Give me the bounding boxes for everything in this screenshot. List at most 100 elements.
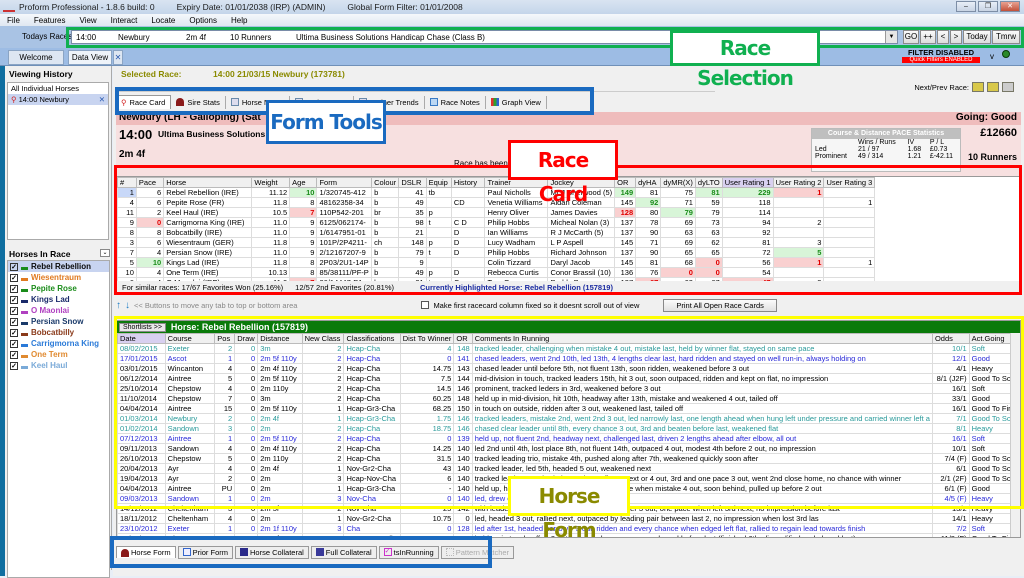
- fixed-column-checkbox[interactable]: [421, 301, 430, 309]
- horse-checkbox[interactable]: ✓: [10, 295, 18, 304]
- racecard-row[interactable]: 11 2 Keel Haul (IRE) 10.5 7 110P542-201 br 35 p H…: [117, 207, 876, 218]
- go-button[interactable]: GO: [903, 30, 919, 44]
- horse-list-item[interactable]: ✓ Carrigmorna King: [8, 338, 109, 349]
- racecard-column-header[interactable]: Pace: [135, 177, 165, 188]
- form-row[interactable]: 26/10/2013 Chepstow 5 0 2m 110y 2 Hcap-Cha 31.5…: [117, 453, 1020, 464]
- form-row[interactable]: 09/11/2013 Sandown 4 0 2m 4f 110y 2 Hcap-Cha 14…: [117, 443, 1020, 454]
- racecard-row[interactable]: 4 6 Pepite Rose (FR) 11.8 8 48162358-34 b 49 CD V…: [117, 197, 876, 208]
- racecard-column-header[interactable]: dyLTO: [694, 177, 723, 188]
- horse-checkbox[interactable]: ✓: [10, 306, 18, 315]
- menu-features[interactable]: Features: [27, 16, 73, 25]
- history-item-all-horses[interactable]: All Individual Horses: [8, 83, 108, 94]
- tab-sire-stats[interactable]: Sire Stats: [171, 95, 226, 109]
- racecard-column-header[interactable]: #: [117, 177, 137, 188]
- form-column-header[interactable]: Comments In Running: [471, 333, 933, 344]
- form-column-header[interactable]: Draw: [234, 333, 259, 344]
- racecard-row[interactable]: 10 4 One Term (IRE) 10.13 8 85/38111/PF-P b 49 p…: [117, 267, 876, 278]
- today-button[interactable]: Today: [963, 30, 991, 44]
- menu-file[interactable]: File: [0, 16, 27, 25]
- horse-checkbox[interactable]: ✓: [10, 361, 18, 370]
- horse-checkbox[interactable]: ✓: [10, 328, 18, 337]
- racecard-row[interactable]: 1 6 Rebel Rebellion (IRE) 11.12 10 1/320745-4…: [117, 187, 876, 198]
- form-row[interactable]: 08/02/2015 Exeter 2 0 3m 2 Hcap-Cha 4 148 tracked…: [117, 343, 1020, 354]
- tab-prior-form[interactable]: Prior Form: [177, 545, 234, 559]
- arrow-up-icon[interactable]: ↑: [116, 300, 121, 311]
- form-row[interactable]: 01/02/2014 Sandown 3 0 2m 2 Hcap-Cha 18.75 146 ch…: [117, 423, 1020, 434]
- horse-list-item[interactable]: ✓ One Term: [8, 349, 109, 360]
- horse-list-item[interactable]: ✓ Bobcatbilly: [8, 327, 109, 338]
- horse-list-item[interactable]: ✓ Pepite Rose: [8, 283, 109, 294]
- horse-list-item[interactable]: ✓ Keel Haul: [8, 360, 109, 371]
- tab-pattern-matcher[interactable]: Pattern Matcher: [440, 545, 515, 559]
- tab-welcome[interactable]: Welcome: [8, 50, 64, 65]
- form-column-header[interactable]: Pos: [214, 333, 236, 344]
- horse-checkbox[interactable]: ✓: [10, 350, 18, 359]
- racecard-column-header[interactable]: Form: [316, 177, 373, 188]
- close-icon[interactable]: ✕: [99, 95, 105, 104]
- horse-list-item[interactable]: ✓ Rebel Rebellion: [8, 261, 109, 272]
- chevron-down-icon[interactable]: ▼: [885, 31, 897, 43]
- racecard-column-header[interactable]: DSLR: [398, 177, 427, 188]
- form-column-header[interactable]: Odds: [931, 333, 970, 344]
- next-race-button[interactable]: >: [950, 30, 962, 44]
- menu-locate[interactable]: Locate: [144, 16, 182, 25]
- horses-menu-button[interactable]: ⌄: [100, 249, 110, 257]
- form-column-header[interactable]: Distance: [257, 333, 303, 344]
- tab-graph-view[interactable]: Graph View: [486, 95, 547, 109]
- racecard-column-header[interactable]: Age: [289, 177, 318, 188]
- racecard-column-header[interactable]: Weight: [251, 177, 291, 188]
- tab-full-collateral[interactable]: Full Collateral: [310, 545, 377, 559]
- racecard-column-header[interactable]: Colour: [371, 177, 400, 188]
- horse-checkbox[interactable]: ✓: [10, 262, 18, 271]
- racecard-row[interactable]: 3 6 Wiesentraum (GER) 11.8 9 101P/2P4211- ch 14…: [117, 237, 876, 248]
- racecard-column-header[interactable]: Horse: [163, 177, 253, 188]
- print-race-cards-button[interactable]: Print All Open Race Cards: [663, 298, 777, 312]
- tab-horse-collateral[interactable]: Horse Collateral: [235, 545, 309, 559]
- plus-plus-button[interactable]: ++: [920, 30, 936, 44]
- horse-list-item[interactable]: ✓ Wiesentraum: [8, 272, 109, 283]
- minimize-button[interactable]: –: [956, 1, 976, 12]
- form-row[interactable]: 07/12/2013 Aintree 1 0 2m 5f 110y 2 Hcap-Cha 0 1…: [117, 433, 1020, 444]
- tab-race-card[interactable]: ⚲ Race Card: [115, 95, 172, 109]
- menu-interact[interactable]: Interact: [104, 16, 145, 25]
- horse-checkbox[interactable]: ✓: [10, 273, 18, 282]
- restore-button[interactable]: ❐: [978, 1, 998, 12]
- history-item-race[interactable]: ⚲ 14:00 Newbury ✕: [8, 94, 108, 105]
- racecard-column-header[interactable]: Equip: [425, 177, 452, 188]
- menu-options[interactable]: Options: [182, 16, 224, 25]
- racecard-column-header[interactable]: dyHA: [635, 177, 662, 188]
- form-column-header[interactable]: OR: [453, 333, 473, 344]
- tab-horse-form[interactable]: Horse Form: [116, 546, 176, 558]
- filter-toggle[interactable]: v: [990, 52, 994, 61]
- horse-list-item[interactable]: ✓ Kings Lad: [8, 294, 109, 305]
- next-race-arrow-icon[interactable]: [987, 82, 999, 92]
- racecard-column-header[interactable]: dyMR(X): [660, 177, 696, 188]
- form-row[interactable]: 11/10/2014 Chepstow 7 0 3m 2 Hcap-Cha 60.25 148 h…: [117, 393, 1020, 404]
- racecard-row[interactable]: 9 0 Carrigmorna King (IRE) 11.0 9 6125/062174…: [117, 217, 876, 228]
- tomorrow-button[interactable]: Tmrw: [992, 30, 1020, 44]
- horse-list-item[interactable]: ✓ O Maonlai: [8, 305, 109, 316]
- horse-checkbox[interactable]: ✓: [10, 284, 18, 293]
- prev-race-arrow-icon[interactable]: [972, 82, 984, 92]
- racecard-column-header[interactable]: History: [450, 177, 486, 188]
- horse-checkbox[interactable]: ✓: [10, 339, 18, 348]
- form-column-header[interactable]: Classifications: [343, 333, 401, 344]
- form-row[interactable]: 06/12/2014 Aintree 5 0 2m 5f 110y 2 Hcap-Cha 7.…: [117, 373, 1020, 384]
- form-scrollbar[interactable]: [1010, 333, 1020, 537]
- prev-race-button[interactable]: <: [937, 30, 949, 44]
- close-button[interactable]: ✕: [1000, 1, 1020, 12]
- form-row[interactable]: 03/01/2015 Wincanton 4 0 2m 4f 110y 2 Hcap-Cha…: [117, 363, 1020, 374]
- shortlists-button[interactable]: Shortlists >>: [119, 322, 166, 332]
- tab-race-notes[interactable]: Race Notes: [425, 95, 486, 109]
- form-row[interactable]: 04/04/2014 Aintree 15 0 2m 5f 110y 1 Hcap-Gr3-…: [117, 403, 1020, 414]
- form-row[interactable]: 25/10/2014 Chepstow 4 0 2m 110y 2 Hcap-Cha 14.5…: [117, 383, 1020, 394]
- form-column-header[interactable]: New Class: [301, 333, 345, 344]
- form-column-header[interactable]: Date: [117, 333, 166, 344]
- racecard-row[interactable]: 8 8 Bobcatbilly (IRE) 11.0 9 1/6147951-01 b 21 D…: [117, 227, 876, 238]
- tab-data-view[interactable]: Data View: [68, 50, 112, 65]
- filter-status[interactable]: FILTER DISABLED Quick Filters ENABLED: [896, 48, 986, 66]
- horse-list-item[interactable]: ✓ Persian Snow: [8, 316, 109, 327]
- menu-help[interactable]: Help: [224, 16, 254, 25]
- horse-checkbox[interactable]: ✓: [10, 317, 18, 326]
- racecard-row[interactable]: 7 4 Persian Snow (IRE) 11.0 9 2/12167207-9 b 79…: [117, 247, 876, 258]
